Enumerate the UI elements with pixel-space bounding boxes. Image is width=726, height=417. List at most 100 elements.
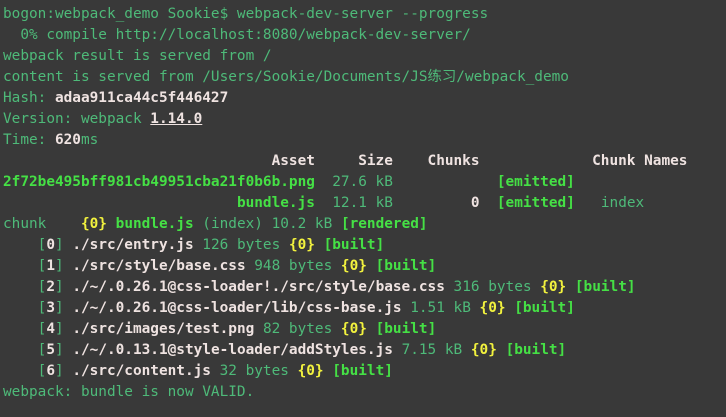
text-segment: webpack result is served from / bbox=[3, 48, 272, 64]
text-segment: 1.14.0 bbox=[150, 111, 202, 127]
text-segment: 620 bbox=[55, 132, 81, 148]
text-segment: [built] bbox=[506, 342, 567, 358]
text-segment bbox=[393, 195, 471, 211]
text-segment: 27.6 kB bbox=[315, 174, 393, 190]
text-segment bbox=[566, 279, 575, 295]
text-segment: ] bbox=[55, 321, 72, 337]
text-segment: [ bbox=[3, 300, 46, 316]
text-segment bbox=[367, 258, 376, 274]
text-segment: 82 bytes bbox=[254, 321, 341, 337]
text-segment bbox=[3, 195, 237, 211]
terminal-line-1: bogon:webpack_demo Sookie$ webpack-dev-s… bbox=[3, 4, 726, 25]
text-segment: 32 bytes bbox=[211, 363, 298, 379]
terminal-line-5: Hash: adaa911ca44c5f446427 bbox=[3, 88, 726, 109]
terminal-line-19: webpack: bundle is now VALID. bbox=[3, 382, 726, 403]
terminal-line-17: [5] ./~/.0.13.1@style-loader/addStyles.j… bbox=[3, 340, 726, 361]
text-segment: [built] bbox=[575, 279, 636, 295]
text-segment: ./src/entry.js bbox=[72, 237, 193, 253]
text-segment bbox=[393, 174, 497, 190]
text-segment: 5 bbox=[46, 342, 55, 358]
text-segment: 4 bbox=[46, 321, 55, 337]
text-segment: {0} bbox=[298, 363, 324, 379]
text-segment: 0 bbox=[46, 237, 55, 253]
terminal-line-3: webpack result is served from / bbox=[3, 46, 726, 67]
text-segment: ./~/.0.13.1@style-loader/addStyles.js bbox=[72, 342, 393, 358]
terminal-line-18: [6] ./src/content.js 32 bytes {0} [built… bbox=[3, 361, 726, 382]
text-segment bbox=[324, 363, 333, 379]
text-segment: ] bbox=[55, 342, 72, 358]
text-segment: ] bbox=[55, 237, 72, 253]
text-segment: {0} bbox=[480, 300, 506, 316]
text-segment: adaa911ca44c5f446427 bbox=[55, 90, 228, 106]
text-segment: bundle.js bbox=[116, 216, 194, 232]
text-segment: 2 bbox=[46, 279, 55, 295]
terminal-line-9: 2f72be495bff981cb49951cba21f0b6b.png 27.… bbox=[3, 172, 726, 193]
text-segment: Version: webpack bbox=[3, 111, 150, 127]
text-segment bbox=[107, 216, 116, 232]
text-segment: bogon:webpack_demo Sookie$ webpack-dev-s… bbox=[3, 6, 488, 22]
text-segment bbox=[575, 195, 601, 211]
text-segment: 0% compile http://localhost:8080/webpack… bbox=[3, 27, 471, 43]
text-segment: {0} bbox=[540, 279, 566, 295]
text-segment: [emitted] bbox=[497, 195, 575, 211]
text-segment: {0} bbox=[81, 216, 107, 232]
text-segment bbox=[367, 321, 376, 337]
text-segment: ] bbox=[55, 258, 72, 274]
text-segment: [built] bbox=[376, 258, 437, 274]
text-segment: ms bbox=[81, 132, 98, 148]
text-segment: {0} bbox=[341, 258, 367, 274]
text-segment: {0} bbox=[289, 237, 315, 253]
text-segment: Asset Size Chunks Chunk Names bbox=[3, 153, 687, 169]
text-segment: [built] bbox=[332, 363, 393, 379]
text-segment: 316 bytes bbox=[445, 279, 540, 295]
text-segment: [ bbox=[3, 342, 46, 358]
text-segment: [emitted] bbox=[497, 174, 575, 190]
text-segment: 7.15 kB bbox=[393, 342, 471, 358]
text-segment: ] bbox=[55, 300, 72, 316]
terminal-line-8: Asset Size Chunks Chunk Names bbox=[3, 151, 726, 172]
text-segment: [ bbox=[3, 363, 46, 379]
text-segment: 2f72be495bff981cb49951cba21f0b6b.png bbox=[3, 174, 315, 190]
text-segment: 1.51 kB bbox=[402, 300, 480, 316]
text-segment: index bbox=[601, 195, 644, 211]
text-segment: [ bbox=[3, 279, 46, 295]
terminal-line-13: [1] ./src/style/base.css 948 bytes {0} [… bbox=[3, 256, 726, 277]
text-segment: Time: bbox=[3, 132, 55, 148]
text-segment: Hash: bbox=[3, 90, 55, 106]
terminal-line-10: bundle.js 12.1 kB 0 [emitted] index bbox=[3, 193, 726, 214]
terminal-line-16: [4] ./src/images/test.png 82 bytes {0} [… bbox=[3, 319, 726, 340]
terminal-input-line bbox=[3, 403, 726, 417]
text-segment: 6 bbox=[46, 363, 55, 379]
text-segment: [ bbox=[3, 258, 46, 274]
text-segment: [built] bbox=[324, 237, 385, 253]
text-segment: {0} bbox=[471, 342, 497, 358]
text-segment: bundle.js bbox=[237, 195, 315, 211]
text-segment bbox=[497, 342, 506, 358]
text-segment: ] bbox=[55, 279, 72, 295]
text-segment: 948 bytes bbox=[246, 258, 341, 274]
terminal-line-14: [2] ./~/.0.26.1@css-loader!./src/style/b… bbox=[3, 277, 726, 298]
text-segment: ./~/.0.26.1@css-loader!./src/style/base.… bbox=[72, 279, 445, 295]
text-segment: ./src/style/base.css bbox=[72, 258, 245, 274]
terminal-output: bogon:webpack_demo Sookie$ webpack-dev-s… bbox=[3, 4, 726, 403]
text-segment: 126 bytes bbox=[194, 237, 289, 253]
text-segment: ./~/.0.26.1@css-loader/lib/css-base.js bbox=[72, 300, 401, 316]
text-segment: 1 bbox=[46, 258, 55, 274]
text-segment: [ bbox=[3, 237, 46, 253]
text-segment: content is served from /Users/Sookie/Doc… bbox=[3, 69, 569, 85]
text-segment: 3 bbox=[46, 300, 55, 316]
terminal-line-15: [3] ./~/.0.26.1@css-loader/lib/css-base.… bbox=[3, 298, 726, 319]
text-segment: [rendered] bbox=[341, 216, 428, 232]
text-segment bbox=[506, 300, 515, 316]
text-segment: ./src/content.js bbox=[72, 363, 211, 379]
text-segment: 0 bbox=[471, 195, 480, 211]
text-segment: ./src/images/test.png bbox=[72, 321, 254, 337]
text-segment: ] bbox=[55, 363, 72, 379]
text-segment: [built] bbox=[376, 321, 437, 337]
terminal-window[interactable]: bogon:webpack_demo Sookie$ webpack-dev-s… bbox=[0, 0, 726, 417]
terminal-line-4: content is served from /Users/Sookie/Doc… bbox=[3, 67, 726, 88]
terminal-line-12: [0] ./src/entry.js 126 bytes {0} [built] bbox=[3, 235, 726, 256]
text-segment bbox=[315, 237, 324, 253]
terminal-line-6: Version: webpack 1.14.0 bbox=[3, 109, 726, 130]
text-segment: chunk bbox=[3, 216, 81, 232]
